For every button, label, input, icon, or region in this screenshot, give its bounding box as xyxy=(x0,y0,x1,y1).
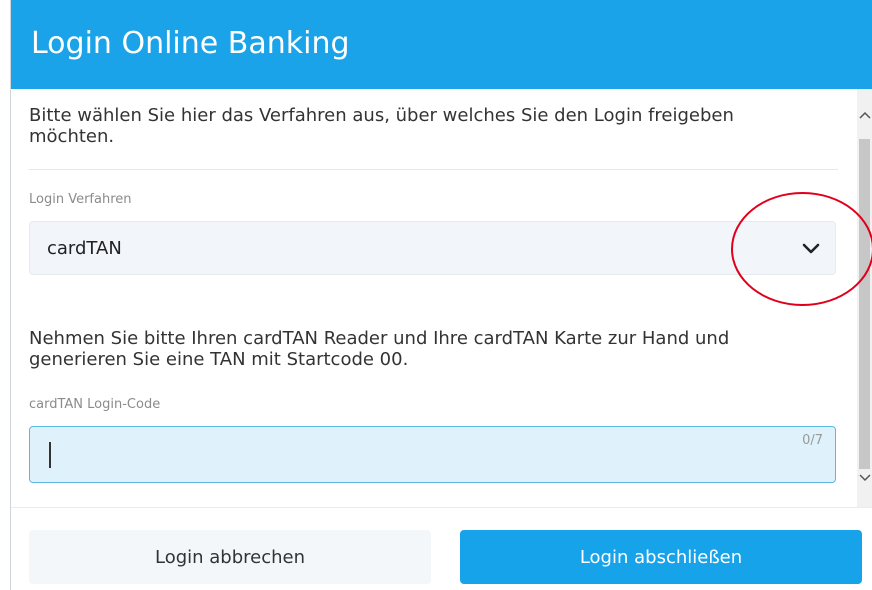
character-counter: 0/7 xyxy=(802,433,823,448)
footer-divider xyxy=(11,507,872,508)
scrollbar[interactable] xyxy=(857,89,872,507)
method-label: Login Verfahren xyxy=(29,192,132,207)
scroll-up-icon[interactable] xyxy=(857,109,872,124)
login-method-select[interactable]: cardTAN xyxy=(29,221,836,275)
login-method-value: cardTAN xyxy=(47,238,122,259)
text-caret xyxy=(49,442,51,468)
highlight-circle xyxy=(731,192,872,306)
scrollbar-thumb[interactable] xyxy=(859,139,870,469)
intro-text: Bitte wählen Sie hier das Verfahren aus,… xyxy=(29,105,734,147)
instruction-text: Nehmen Sie bitte Ihren cardTAN Reader un… xyxy=(29,328,730,370)
login-code-input[interactable]: 0/7 xyxy=(29,426,836,483)
dialog-header: Login Online Banking xyxy=(11,0,872,89)
code-label: cardTAN Login-Code xyxy=(29,397,161,412)
dialog-content: Bitte wählen Sie hier das Verfahren aus,… xyxy=(11,89,857,507)
login-dialog: Login Online Banking Bitte wählen Sie hi… xyxy=(10,0,872,590)
divider xyxy=(29,169,838,170)
dialog-title: Login Online Banking xyxy=(31,26,350,61)
submit-login-button[interactable]: Login abschließen xyxy=(460,530,862,584)
scroll-down-icon[interactable] xyxy=(857,472,872,487)
cancel-login-button[interactable]: Login abbrechen xyxy=(29,530,431,584)
